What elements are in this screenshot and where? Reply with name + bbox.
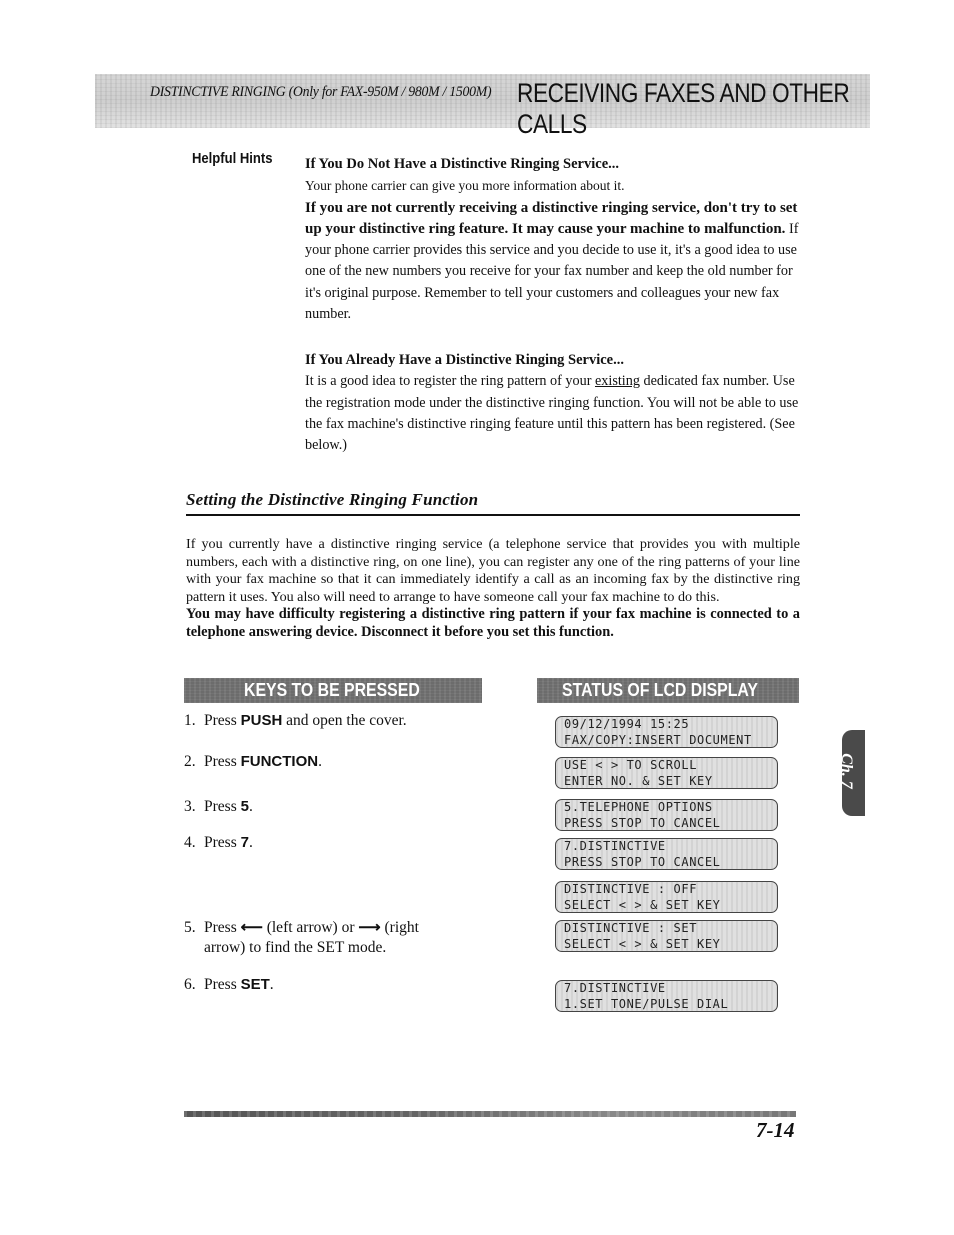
step-text: Press xyxy=(204,976,241,993)
header-subtitle: DISTINCTIVE RINGING (Only for FAX-950M /… xyxy=(150,84,492,100)
step-1: 1. Press PUSH and open the cover. xyxy=(184,711,484,731)
section-title: Setting the Distinctive Ringing Function xyxy=(186,490,479,509)
hint-section-no-service: If You Do Not Have a Distinctive Ringing… xyxy=(305,154,805,325)
step-6: 6. Press SET. xyxy=(184,975,484,995)
step-text: . xyxy=(248,834,253,851)
lcd-line-2: FAX/COPY:INSERT DOCUMENT xyxy=(564,732,752,747)
lcd-line-1: 09/12/1994 15:25 xyxy=(564,717,690,731)
hint-paragraph-already-service: It is a good idea to register the ring p… xyxy=(305,371,805,456)
lcd-line-1: 5.TELEPHONE OPTIONS xyxy=(564,800,713,814)
lcd-display-2: USE < > TO SCROLL ENTER NO. & SET KEY xyxy=(555,757,778,789)
key-5: 5 xyxy=(240,798,249,815)
hint-text: It is a good idea to register the ring p… xyxy=(305,373,595,390)
helpful-hints-label: Helpful Hints xyxy=(192,151,273,167)
lcd-display-5: DISTINCTIVE : OFF SELECT < > & SET KEY xyxy=(555,881,778,913)
step-4: 4. Press 7. xyxy=(184,833,484,853)
intro-warning: You may have difficulty registering a di… xyxy=(186,606,800,640)
lcd-display-4: 7.DISTINCTIVE PRESS STOP TO CANCEL xyxy=(555,838,778,870)
keys-header-label: KEYS TO BE PRESSED xyxy=(244,680,420,700)
lcd-line-1: DISTINCTIVE : SET xyxy=(564,921,698,935)
lcd-display-3: 5.TELEPHONE OPTIONS PRESS STOP TO CANCEL xyxy=(555,799,778,831)
lcd-line-1: DISTINCTIVE : OFF xyxy=(564,882,698,896)
lcd-line-2: PRESS STOP TO CANCEL xyxy=(564,854,721,869)
page-number: 7-14 xyxy=(756,1118,795,1142)
step-number: 4. xyxy=(184,834,196,851)
hint-heading-already-service: If You Already Have a Distinctive Ringin… xyxy=(305,352,624,368)
lcd-line-2: SELECT < > & SET KEY xyxy=(564,936,721,951)
status-header-label: STATUS OF LCD DISPLAY xyxy=(562,680,758,700)
hint-paragraph-no-service: If you are not currently receiving a dis… xyxy=(305,198,805,326)
intro-paragraph: If you currently have a distinctive ring… xyxy=(186,536,800,605)
step-text: Press xyxy=(204,834,241,851)
section-intro: If you currently have a distinctive ring… xyxy=(186,536,800,641)
step-number: 1. xyxy=(184,712,196,729)
lcd-display-6: DISTINCTIVE : SET SELECT < > & SET KEY xyxy=(555,920,778,952)
step-number: 3. xyxy=(184,798,196,815)
key-7: 7 xyxy=(240,834,249,851)
lcd-line-1: 7.DISTINCTIVE xyxy=(564,839,666,853)
lcd-line-2: PRESS STOP TO CANCEL xyxy=(564,815,721,830)
key-push: PUSH xyxy=(240,712,283,729)
step-text: Press xyxy=(204,712,241,729)
step-text: (left arrow) or xyxy=(262,919,359,936)
step-3: 3. Press 5. xyxy=(184,797,484,817)
key-set: SET xyxy=(240,976,270,993)
key-function: FUNCTION xyxy=(240,753,319,770)
lcd-line-1: 7.DISTINCTIVE xyxy=(564,981,666,995)
lcd-line-2: 1.SET TONE/PULSE DIAL xyxy=(564,996,729,1011)
lcd-line-1: USE < > TO SCROLL xyxy=(564,758,698,772)
step-text: Press xyxy=(204,798,241,815)
step-text: . xyxy=(248,798,253,815)
step-text: (right xyxy=(380,919,419,936)
lcd-display-1: 09/12/1994 15:25 FAX/COPY:INSERT DOCUMENT xyxy=(555,716,778,748)
step-text: Press xyxy=(204,753,241,770)
step-text-continued: arrow) to find the SET mode. xyxy=(204,939,387,956)
step-text: Press xyxy=(204,919,241,936)
step-text: and open the cover. xyxy=(282,712,407,729)
step-5: 5. Press ⟵ (left arrow) or ⟶ (right arrow… xyxy=(184,918,484,958)
lcd-display-7: 7.DISTINCTIVE 1.SET TONE/PULSE DIAL xyxy=(555,980,778,1012)
right-arrow-icon: ⟶ xyxy=(358,919,381,936)
keys-to-be-pressed-header: KEYS TO BE PRESSED xyxy=(184,678,482,703)
left-arrow-icon: ⟵ xyxy=(240,919,263,936)
section-divider xyxy=(186,514,800,516)
hint-underlined-word: existing xyxy=(594,373,640,390)
footer-rule xyxy=(184,1111,796,1117)
step-number: 2. xyxy=(184,753,196,770)
hint-heading-no-service: If You Do Not Have a Distinctive Ringing… xyxy=(305,156,620,172)
status-of-lcd-display-header: STATUS OF LCD DISPLAY xyxy=(537,678,799,703)
chapter-tab-label: Ch. 7 xyxy=(842,753,855,789)
hint-warning: If you are not currently receiving a dis… xyxy=(305,199,798,237)
chapter-tab: Ch. 7 xyxy=(842,730,865,816)
step-number: 6. xyxy=(184,976,196,993)
lcd-line-2: ENTER NO. & SET KEY xyxy=(564,773,713,788)
lcd-line-2: SELECT < > & SET KEY xyxy=(564,897,721,912)
step-number: 5. xyxy=(184,919,196,936)
step-text: . xyxy=(269,976,274,993)
hint-line-carrier: Your phone carrier can give you more inf… xyxy=(305,178,625,194)
step-text: . xyxy=(318,753,322,770)
header-title: RECEIVING FAXES AND OTHER CALLS xyxy=(517,78,850,139)
step-2: 2. Press FUNCTION. xyxy=(184,752,484,772)
hint-section-already-service: If You Already Have a Distinctive Ringin… xyxy=(305,350,805,456)
